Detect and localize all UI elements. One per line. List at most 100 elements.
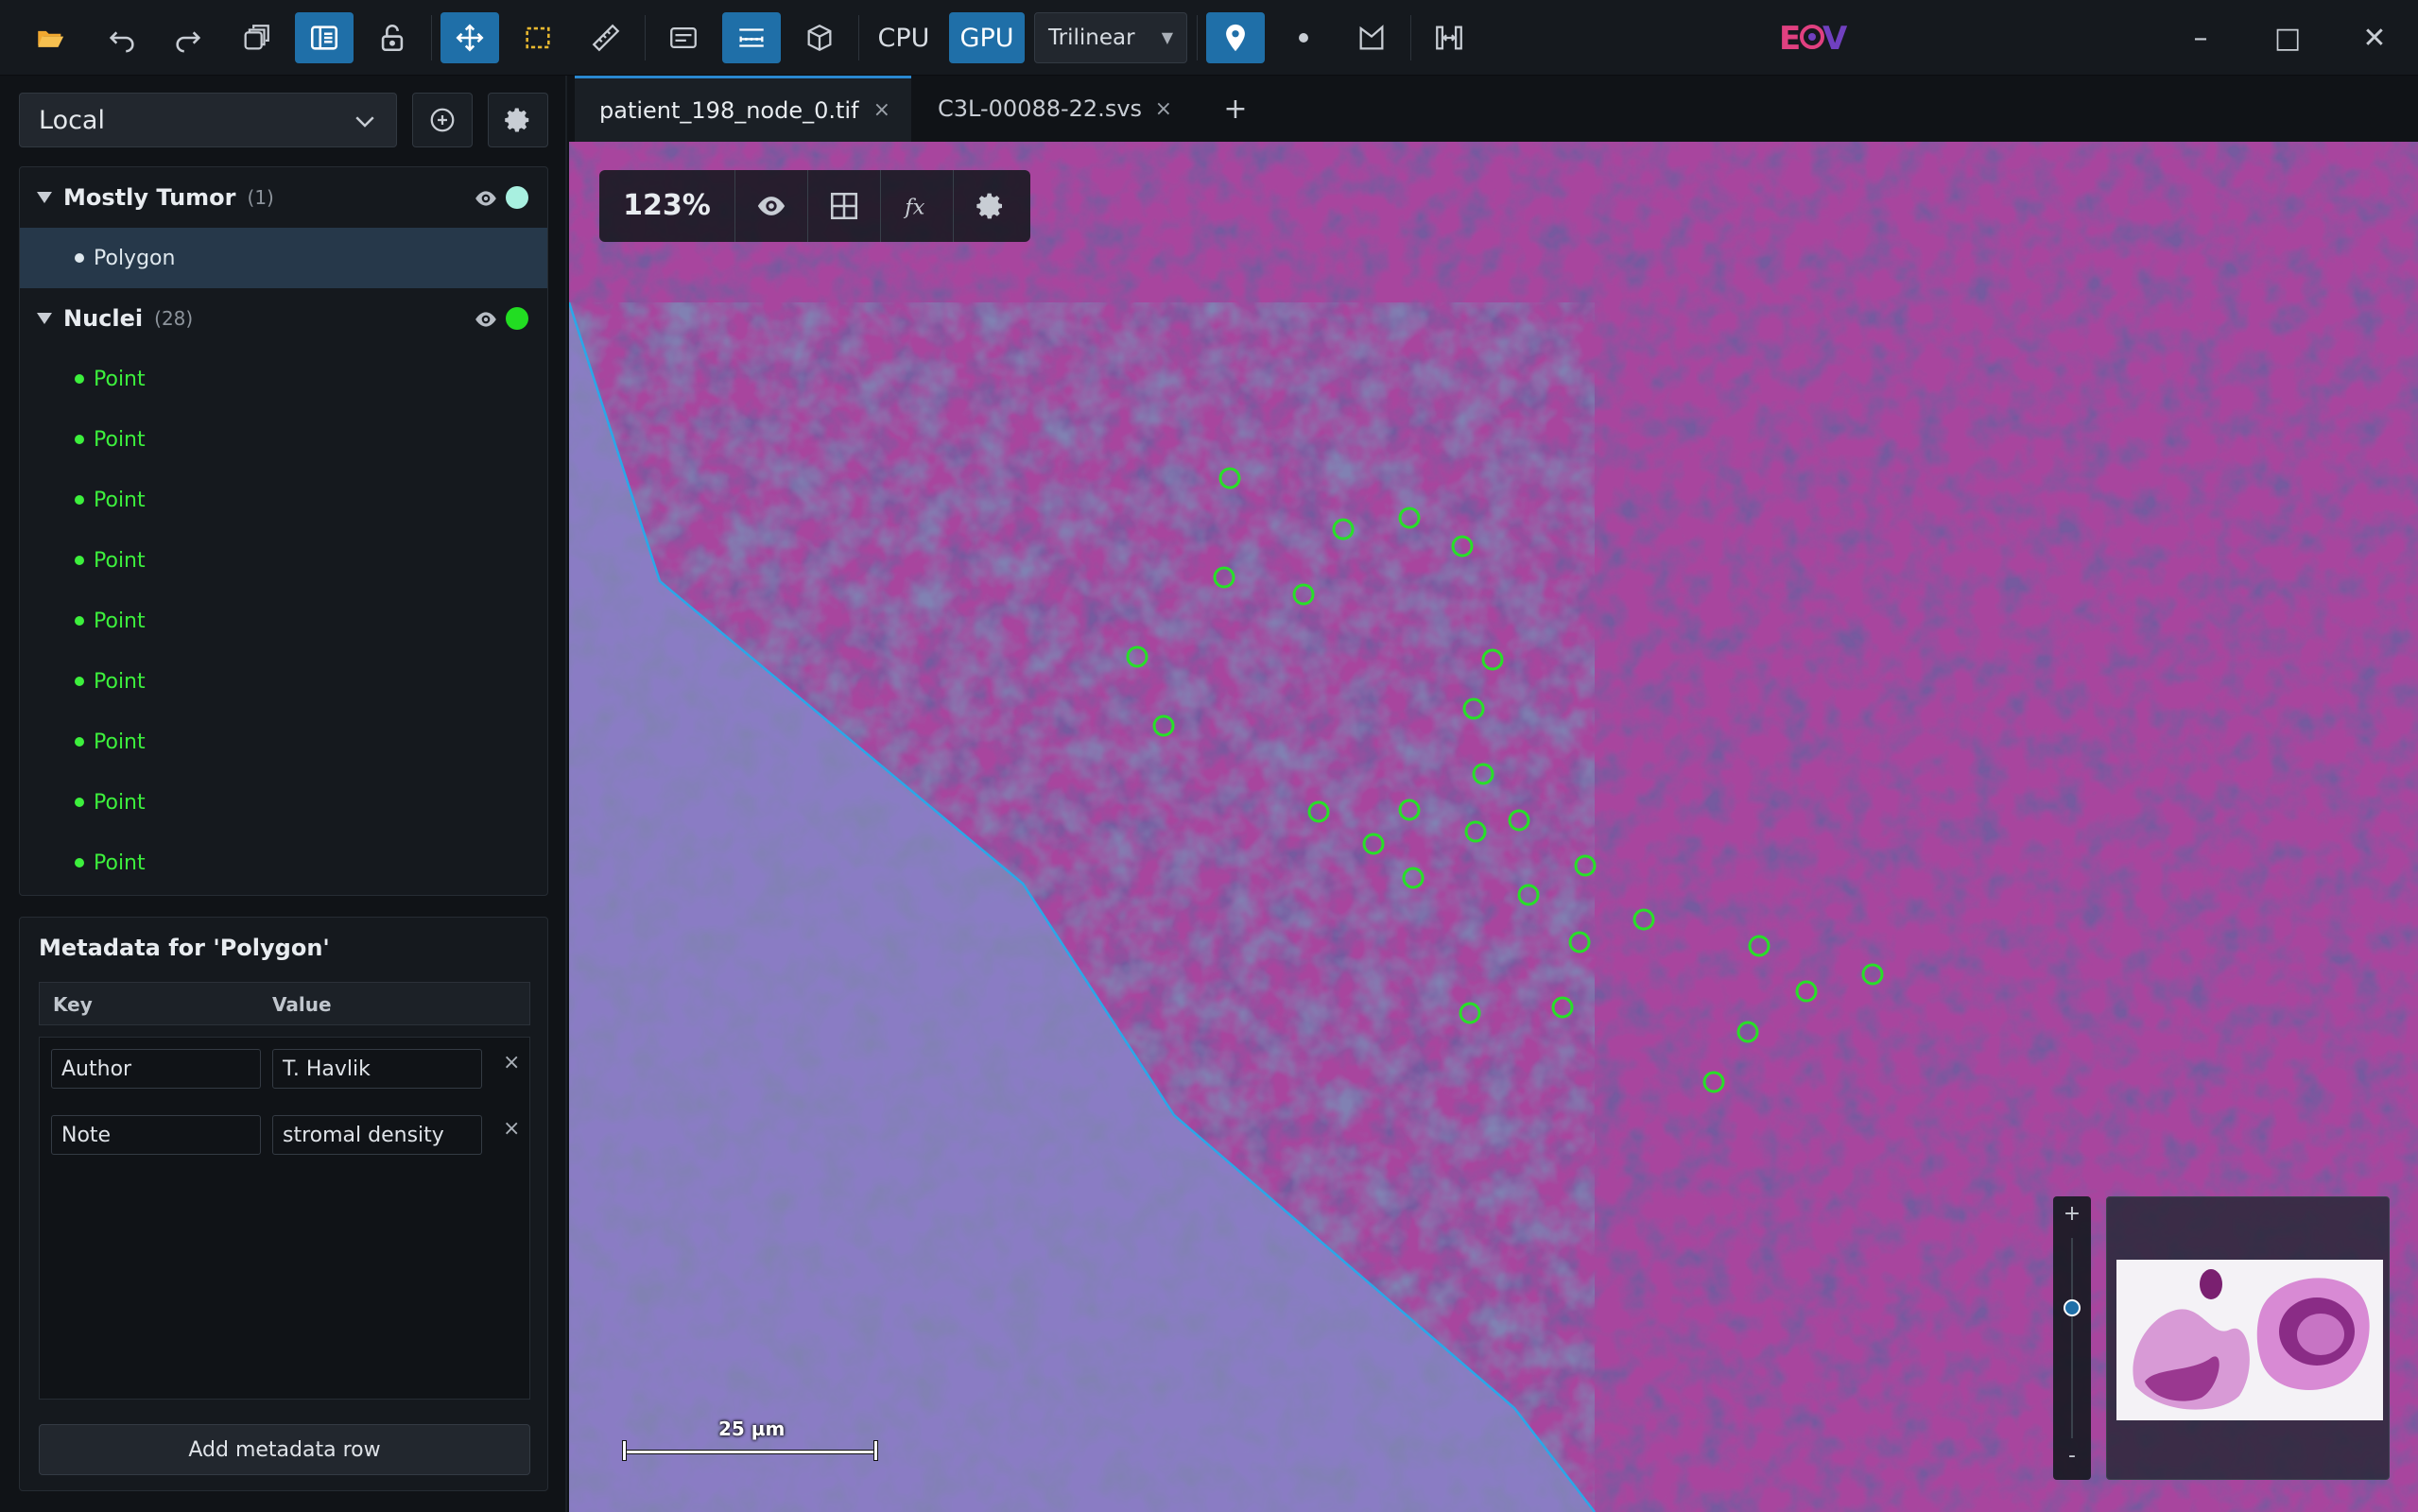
app-logo: E V xyxy=(1777,15,1853,59)
interpolation-select[interactable]: Trilinear ▼ xyxy=(1034,12,1187,63)
chevron-down-icon xyxy=(351,107,379,142)
list-item[interactable]: Point xyxy=(20,349,547,409)
close-window-button[interactable]: ✕ xyxy=(2346,12,2403,63)
minimap[interactable] xyxy=(2106,1196,2390,1480)
collapse-triangle-icon[interactable] xyxy=(37,313,52,324)
unlock-icon[interactable] xyxy=(363,12,422,63)
list-item[interactable]: Point xyxy=(20,409,547,470)
zoom-in-button[interactable]: + xyxy=(2053,1202,2091,1226)
annotation-label: Point xyxy=(94,548,146,573)
list-item[interactable]: Point xyxy=(20,591,547,651)
polygon-icon[interactable] xyxy=(1342,12,1401,63)
list-item[interactable]: Point xyxy=(20,712,547,772)
svg-text:fx: fx xyxy=(903,196,924,220)
eye-icon[interactable] xyxy=(735,170,808,242)
tab-patient-198[interactable]: patient_198_node_0.tif × xyxy=(575,76,911,142)
cube-icon[interactable] xyxy=(790,12,849,63)
redo-icon[interactable] xyxy=(159,12,217,63)
annotation-label: Point xyxy=(94,730,146,754)
toolbar-separator xyxy=(431,15,432,60)
svg-text:E: E xyxy=(1779,20,1799,58)
annotation-label: Point xyxy=(94,488,146,512)
annotation-bullet xyxy=(75,556,84,565)
remove-row-button[interactable]: × xyxy=(503,1117,520,1141)
gpu-toggle[interactable]: GPU xyxy=(949,12,1025,63)
fit-width-icon[interactable] xyxy=(1420,12,1478,63)
scale-tick xyxy=(873,1440,878,1461)
minimap-thumbnail xyxy=(2116,1260,2383,1420)
add-layer-button[interactable] xyxy=(412,93,473,147)
gear-icon[interactable] xyxy=(954,170,1027,242)
annotation-label: Point xyxy=(94,609,146,633)
tab-c3l-00088[interactable]: C3L-00088-22.svs × xyxy=(919,76,1193,142)
list-item[interactable]: Point xyxy=(20,530,547,591)
source-value: Local xyxy=(39,105,105,135)
annotation-bullet xyxy=(75,677,84,686)
annotation-bullet xyxy=(75,616,84,626)
metadata-key-field[interactable]: Author xyxy=(51,1049,261,1089)
value-column-header: Value xyxy=(272,993,332,1016)
function-icon[interactable]: fx xyxy=(881,170,954,242)
folder-open-icon[interactable] xyxy=(21,12,79,63)
scale-icon[interactable] xyxy=(722,12,781,63)
undo-icon[interactable] xyxy=(93,12,151,63)
list-item[interactable]: Polygon xyxy=(20,228,547,288)
list-item[interactable]: Point xyxy=(20,651,547,712)
metadata-value-field[interactable]: T. Havlik xyxy=(272,1049,482,1089)
annotation-bullet xyxy=(75,858,84,868)
layer-color-swatch[interactable] xyxy=(506,186,528,209)
eye-icon[interactable] xyxy=(474,307,498,335)
metadata-key-field[interactable]: Note xyxy=(51,1115,261,1155)
add-circle-icon xyxy=(430,108,455,132)
toolbar-separator xyxy=(1197,15,1198,60)
metadata-value-field[interactable]: stromal density xyxy=(272,1115,482,1155)
annotation-panel-icon[interactable] xyxy=(654,12,713,63)
metadata-title: Metadata for 'Polygon' xyxy=(39,935,330,961)
source-select[interactable]: Local xyxy=(19,93,397,147)
title-bar: CPU GPU Trilinear ▼ E V – □ ✕ xyxy=(0,0,2418,76)
metadata-table-header: Key Value xyxy=(39,982,530,1025)
zoom-track[interactable] xyxy=(2071,1238,2073,1438)
gear-icon xyxy=(505,108,529,132)
zoom-slider[interactable]: + - xyxy=(2053,1196,2091,1480)
eye-icon[interactable] xyxy=(474,186,498,215)
annotation-bullet xyxy=(75,253,84,263)
key-column-header: Key xyxy=(53,993,93,1016)
layer-settings-button[interactable] xyxy=(488,93,548,147)
new-tab-button[interactable]: + xyxy=(1212,76,1259,142)
annotation-label: Point xyxy=(94,850,146,875)
move-icon[interactable] xyxy=(440,12,499,63)
ruler-icon[interactable] xyxy=(577,12,635,63)
layer-group-count: (28) xyxy=(154,307,194,330)
tab-close-button[interactable]: × xyxy=(1155,97,1172,121)
layer-group-mostly-tumor[interactable]: Mostly Tumor (1) xyxy=(20,167,547,228)
annotation-label: Point xyxy=(94,367,146,391)
panel-layout-icon[interactable] xyxy=(295,12,354,63)
point-icon[interactable] xyxy=(1274,12,1333,63)
add-metadata-row-button[interactable]: Add metadata row xyxy=(39,1424,530,1475)
collapse-triangle-icon[interactable] xyxy=(37,192,52,203)
tab-label: patient_198_node_0.tif xyxy=(599,96,859,124)
minimize-button[interactable]: – xyxy=(2172,12,2229,63)
tab-label: C3L-00088-22.svs xyxy=(938,95,1143,122)
remove-row-button[interactable]: × xyxy=(503,1051,520,1074)
list-item[interactable]: Point xyxy=(20,833,547,893)
zoom-out-button[interactable]: - xyxy=(2053,1444,2091,1468)
cpu-toggle[interactable]: CPU xyxy=(868,12,940,63)
slide-viewer[interactable]: 123% fx 25 µm + - xyxy=(569,142,2418,1512)
maximize-button[interactable]: □ xyxy=(2259,12,2316,63)
layer-group-nuclei[interactable]: Nuclei (28) xyxy=(20,288,547,349)
list-item[interactable]: Point xyxy=(20,470,547,530)
tab-close-button[interactable]: × xyxy=(873,98,890,122)
zoom-handle[interactable] xyxy=(2064,1299,2081,1317)
rect-select-icon[interactable] xyxy=(509,12,567,63)
layer-group-name: Nuclei xyxy=(63,305,144,332)
zoom-level[interactable]: 123% xyxy=(599,170,735,242)
layer-group-count: (1) xyxy=(247,186,274,209)
annotation-bullet xyxy=(75,737,84,747)
grid-icon[interactable] xyxy=(808,170,881,242)
layer-color-swatch[interactable] xyxy=(506,307,528,330)
list-item[interactable]: Point xyxy=(20,772,547,833)
map-pin-icon[interactable] xyxy=(1206,12,1265,63)
layers-icon[interactable] xyxy=(227,12,285,63)
